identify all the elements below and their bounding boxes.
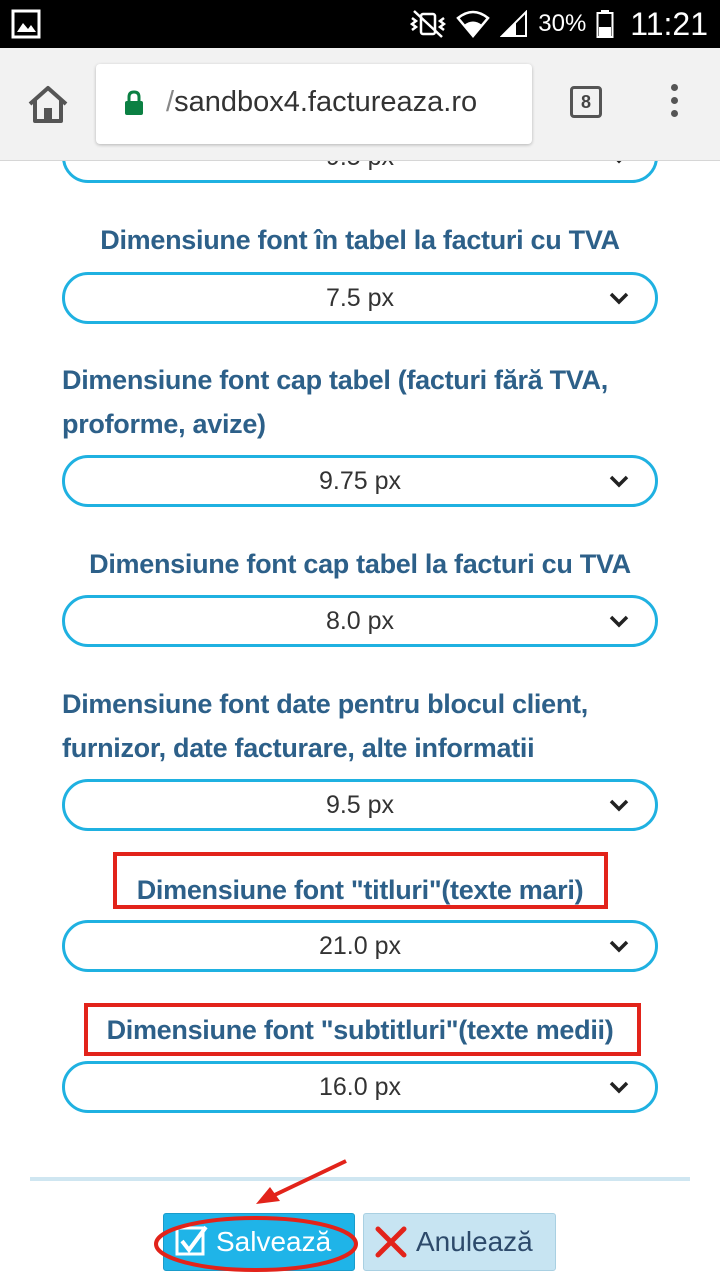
select-value: 16.0 px (318, 1073, 401, 1101)
browser-toolbar: /sandbox4.factureaza.ro 8 (0, 48, 720, 161)
form-divider (30, 1177, 690, 1181)
status-bar: 30% 11:21 (0, 0, 720, 48)
chevron-down-icon (609, 940, 629, 953)
select-value: 9.5 px (325, 791, 395, 819)
annotation-ellipse (154, 1216, 358, 1272)
vibrate-mute-icon (410, 10, 447, 38)
battery-percent: 30% (538, 10, 587, 37)
annotation-arrow-icon (256, 1159, 347, 1204)
label-line-1: Dimensiune font date pentru blocul clien… (62, 689, 588, 719)
label-line-2: furnizor, date facturare, alte informati… (62, 733, 535, 763)
select-value: 21.0 px (318, 932, 401, 960)
wifi-icon (456, 10, 491, 38)
battery-icon (596, 10, 614, 38)
select-table-header-font-no-vat[interactable]: 9.75 px (62, 455, 658, 507)
home-icon[interactable] (26, 84, 70, 124)
field-label-client-block-font: Dimensiune font date pentru blocul clien… (62, 682, 662, 770)
select-subtitles-font[interactable]: 16.0 px (62, 1061, 658, 1113)
tab-count: 8 (580, 91, 591, 112)
label-line-2: proforme, avize) (62, 409, 266, 439)
chevron-down-icon (609, 475, 629, 488)
cancel-button[interactable]: Anulează (363, 1213, 556, 1271)
font-size-select-partial[interactable]: 9.5 px (62, 161, 658, 183)
select-value: 8.0 px (325, 607, 395, 635)
cancel-button-label: Anulează (416, 1226, 533, 1257)
gallery-notification-icon (11, 9, 41, 39)
address-bar[interactable]: /sandbox4.factureaza.ro (96, 64, 532, 144)
chevron-down-icon (609, 799, 629, 812)
chevron-down-icon (609, 292, 629, 305)
field-label-titles-font: Dimensiune font "titluri"(texte mari) (136, 875, 584, 905)
select-table-font-vat[interactable]: 7.5 px (62, 272, 658, 324)
chevron-down-icon (609, 615, 629, 628)
select-titles-font[interactable]: 21.0 px (62, 920, 658, 972)
select-client-block-font[interactable]: 9.5 px (62, 779, 658, 831)
select-value: 7.5 px (325, 284, 395, 312)
field-label-subtitles-font: Dimensiune font "subtitluri"(texte medii… (106, 1015, 614, 1045)
field-label-table-font-vat: Dimensiune font în tabel la facturi cu T… (100, 225, 620, 255)
label-line-1: Dimensiune font cap tabel (facturi fără … (62, 365, 608, 395)
lock-icon (125, 90, 143, 115)
select-value: 9.5 px (65, 161, 655, 180)
tab-switcher-button[interactable]: 8 (570, 86, 602, 118)
settings-form: 9.5 px Dimensiune font în tabel la factu… (0, 161, 720, 1280)
select-table-header-font-vat[interactable]: 8.0 px (62, 595, 658, 647)
url-host: sandbox4.factureaza.ro (174, 86, 478, 118)
url-path-prefix: / (166, 86, 175, 118)
overflow-menu-icon[interactable] (664, 84, 684, 124)
field-label-table-header-font-no-vat: Dimensiune font cap tabel (facturi fără … (62, 358, 662, 446)
close-icon (375, 1226, 407, 1258)
select-value: 9.75 px (318, 467, 401, 495)
signal-icon (500, 10, 528, 37)
url-text: /sandbox4.factureaza.ro (166, 86, 477, 119)
field-label-table-header-font-vat: Dimensiune font cap tabel la facturi cu … (89, 549, 631, 579)
chevron-down-icon (616, 161, 622, 164)
clock: 11:21 (630, 5, 708, 42)
chevron-down-icon (609, 1081, 629, 1094)
phone-screen: 30% 11:21 /sandbox4.factureaza.ro 8 Dime… (0, 0, 720, 1280)
